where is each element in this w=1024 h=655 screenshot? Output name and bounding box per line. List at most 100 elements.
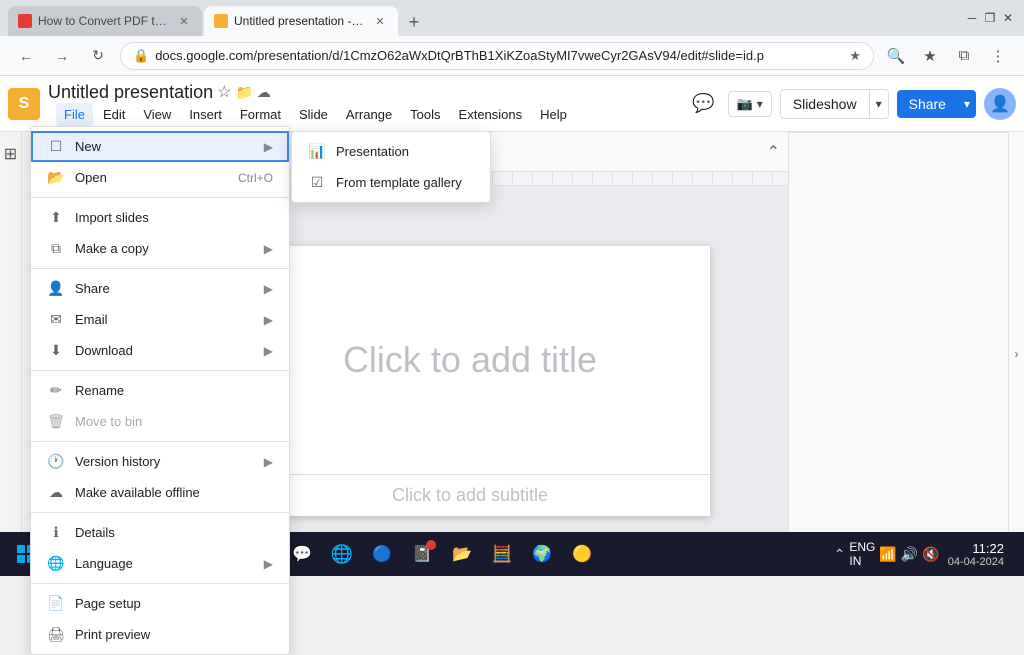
new-tab-button[interactable]: +	[400, 8, 428, 36]
comments-button[interactable]: 💬	[688, 88, 720, 120]
camera-button[interactable]: 📷 ▾	[728, 91, 772, 117]
show-desktop-button[interactable]	[1012, 536, 1016, 572]
tab-1-close[interactable]: ✕	[176, 13, 192, 29]
taskbar-app-folder2[interactable]: 📂	[444, 536, 480, 572]
user-avatar[interactable]: 👤	[984, 88, 1016, 120]
props-collapse-button[interactable]: ›	[1008, 132, 1024, 576]
menu-item-rename[interactable]: ✏ Rename	[31, 375, 289, 406]
browser-toolbar-icons: 🔍 ★ ⧉ ⋮	[882, 42, 1012, 70]
cloud-save-icon: ☁	[257, 84, 271, 101]
menu-item-open[interactable]: 📂 Open Ctrl+O	[31, 162, 289, 193]
slide-subtitle-placeholder: Click to add subtitle	[392, 485, 548, 506]
menu-item-language[interactable]: 🌐 Language ▶	[31, 548, 289, 579]
wifi-icon[interactable]: 📶	[879, 546, 896, 563]
grid-icon[interactable]: ⊞	[4, 144, 17, 164]
star-button[interactable]: ☆	[217, 82, 231, 102]
app-header: S Untitled presentation ☆ 📁 ☁ File Edit …	[0, 76, 1024, 132]
menu-item-version-history[interactable]: 🕐 Version history ▶	[31, 446, 289, 477]
download-icon: ⬇	[47, 342, 65, 359]
browser-menu-btn[interactable]: ⋮	[984, 42, 1012, 70]
system-clock[interactable]: 11:22 04-04-2024	[948, 541, 1004, 568]
menu-slide[interactable]: Slide	[291, 103, 336, 126]
open-icon: 📂	[47, 169, 65, 186]
new-arrow-icon: ▶	[264, 140, 273, 154]
tab-2[interactable]: Untitled presentation - Google... ✕	[204, 6, 398, 36]
menu-view[interactable]: View	[135, 103, 179, 126]
divider-4	[31, 441, 289, 442]
new-submenu: 📊 Presentation ☑ From template gallery	[291, 131, 491, 203]
slideshow-button[interactable]: Slideshow	[780, 89, 869, 119]
divider-3	[31, 370, 289, 371]
menu-item-offline[interactable]: ☁ Make available offline	[31, 477, 289, 508]
menu-item-printpreview[interactable]: 🖨 Print preview	[31, 619, 289, 650]
tab-1-label: How to Convert PDF to Google...	[38, 14, 168, 28]
close-window-button[interactable]: ✕	[1000, 10, 1016, 26]
rename-icon: ✏	[47, 382, 65, 399]
url-bar[interactable]: 🔒 docs.google.com/presentation/d/1CmzO62…	[120, 42, 874, 70]
menu-item-details[interactable]: ℹ Details	[31, 517, 289, 548]
menu-help[interactable]: Help	[532, 103, 575, 126]
volume-icon[interactable]: 🔊	[901, 546, 918, 563]
taskbar-app-onenote[interactable]: 📓	[404, 536, 440, 572]
menu-format[interactable]: Format	[232, 103, 289, 126]
offline-label: Make available offline	[75, 485, 273, 500]
menu-item-download[interactable]: ⬇ Download ▶	[31, 335, 289, 366]
menu-item-email[interactable]: ✉ Email ▶	[31, 304, 289, 335]
doc-title[interactable]: Untitled presentation	[48, 82, 213, 103]
maximize-button[interactable]: ❐	[982, 10, 998, 26]
back-button[interactable]: ←	[12, 42, 40, 70]
forward-button[interactable]: →	[48, 42, 76, 70]
slideshow-btn-group: Slideshow ▾	[780, 89, 889, 119]
taskbar-app-chrome[interactable]: 🔵	[364, 536, 400, 572]
collapse-panel-icon[interactable]: ⌃	[767, 142, 780, 162]
divider-1	[31, 197, 289, 198]
menu-extensions[interactable]: Extensions	[451, 103, 531, 126]
props-tabs	[789, 132, 1008, 133]
mute-icon[interactable]: 🔇	[922, 546, 939, 563]
taskbar-app-other[interactable]: 🟡	[564, 536, 600, 572]
submenu-presentation[interactable]: 📊 Presentation	[292, 136, 490, 167]
menu-item-makecopy[interactable]: ⧉ Make a copy ▶	[31, 233, 289, 264]
search-icon-btn[interactable]: 🔍	[882, 42, 910, 70]
menu-item-new[interactable]: ☐ New ▶ 📊 Presentation ☑ From template g…	[31, 131, 289, 162]
bookmark-icon-btn[interactable]: ★	[916, 42, 944, 70]
slides-logo: S	[8, 88, 40, 120]
rename-label: Rename	[75, 383, 273, 398]
extension-icon-btn[interactable]: ⧉	[950, 42, 978, 70]
menu-arrange[interactable]: Arrange	[338, 103, 400, 126]
folder-icon[interactable]: 📁	[235, 84, 252, 101]
menu-item-pagesetup[interactable]: 📄 Page setup	[31, 588, 289, 619]
menu-item-import[interactable]: ⬆ Import slides	[31, 202, 289, 233]
tab-2-close[interactable]: ✕	[372, 13, 388, 29]
share-dropdown-button[interactable]: ▾	[958, 90, 976, 118]
edge-icon: 🌐	[331, 544, 353, 565]
reload-button[interactable]: ↻	[84, 42, 112, 70]
taskbar-app-edge[interactable]: 🌐	[324, 536, 360, 572]
side-panel-toggle[interactable]: ⊞	[0, 132, 22, 576]
submenu-from-template[interactable]: ☑ From template gallery	[292, 167, 490, 198]
slide-subtitle-area[interactable]: Click to add subtitle	[230, 474, 710, 516]
slide-title-area[interactable]: Click to add title	[230, 246, 710, 474]
menu-tools[interactable]: Tools	[402, 103, 448, 126]
taskbar-app-maps[interactable]: 🌍	[524, 536, 560, 572]
header-right: 💬 📷 ▾ Slideshow ▾ Share ▾ 👤	[688, 88, 1016, 120]
share-label: Share	[75, 281, 254, 296]
menu-file[interactable]: File	[56, 103, 93, 126]
slideshow-dropdown-button[interactable]: ▾	[869, 89, 889, 119]
menu-item-share[interactable]: 👤 Share ▶	[31, 273, 289, 304]
tray-chevron-icon[interactable]: ⌃	[834, 546, 846, 563]
slide-canvas[interactable]: Click to add title Click to add subtitle	[230, 246, 710, 516]
email-label: Email	[75, 312, 254, 327]
taskbar-app-calc[interactable]: 🧮	[484, 536, 520, 572]
language-arrow-icon: ▶	[264, 557, 273, 571]
minimize-button[interactable]: ─	[964, 10, 980, 26]
calc-icon: 🧮	[492, 544, 512, 564]
menu-insert[interactable]: Insert	[181, 103, 230, 126]
printpreview-label: Print preview	[75, 627, 273, 642]
tab-1-favicon	[18, 14, 32, 28]
tab-1[interactable]: How to Convert PDF to Google... ✕	[8, 6, 202, 36]
from-template-label: From template gallery	[336, 175, 462, 190]
menu-edit[interactable]: Edit	[95, 103, 133, 126]
share-button[interactable]: Share	[897, 90, 958, 118]
new-icon: ☐	[47, 138, 65, 155]
